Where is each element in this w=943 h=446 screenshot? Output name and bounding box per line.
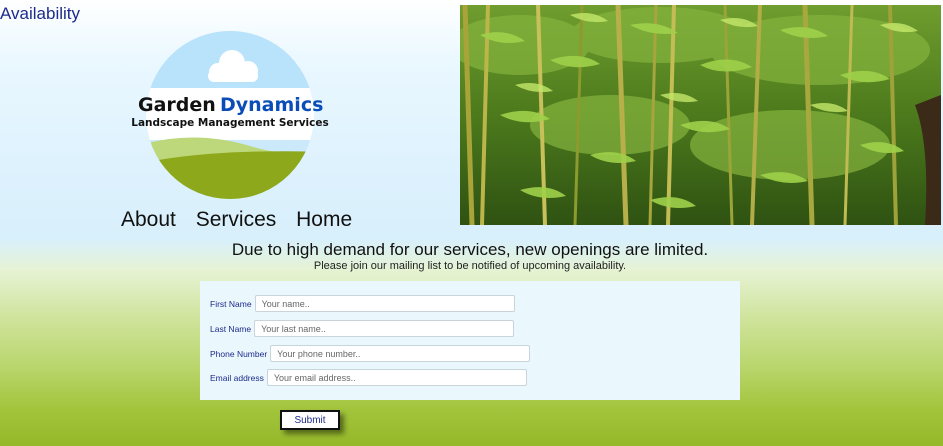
page-title: Availability <box>0 4 81 23</box>
email-row: Email address <box>210 369 527 386</box>
first-name-input[interactable] <box>254 295 515 312</box>
logo-brand-first: Garden <box>138 94 216 116</box>
first-name-row: First Name <box>210 295 515 312</box>
email-label: Email address <box>210 372 264 383</box>
submit-button[interactable]: Submit <box>280 410 340 430</box>
bamboo-photo <box>460 5 941 225</box>
garden-dynamics-logo: Garden Dynamics Landscape Management Ser… <box>131 31 329 199</box>
mailing-list-subline: Please join our mailing list to be notif… <box>313 260 627 272</box>
nav-about-link[interactable]: About <box>121 208 176 231</box>
demand-headline: Due to high demand for our services, new… <box>231 240 709 259</box>
phone-label: Phone Number <box>210 348 268 359</box>
logo-tagline: Landscape Management Services <box>131 117 328 129</box>
nav-services-link[interactable]: Services <box>196 208 277 231</box>
last-name-input[interactable] <box>254 320 515 337</box>
email-input[interactable] <box>266 369 527 386</box>
first-name-label: First Name <box>210 298 252 309</box>
last-name-row: Last Name <box>210 320 515 337</box>
logo-brand-second: Dynamics <box>220 94 323 116</box>
phone-row: Phone Number <box>210 345 531 362</box>
mailing-list-form: First Name Last Name Phone Number Email … <box>200 281 740 400</box>
nav-home-link[interactable]: Home <box>296 208 352 231</box>
main-nav: About Services Home <box>121 208 366 232</box>
phone-input[interactable] <box>270 345 531 362</box>
last-name-label: Last Name <box>210 323 252 334</box>
